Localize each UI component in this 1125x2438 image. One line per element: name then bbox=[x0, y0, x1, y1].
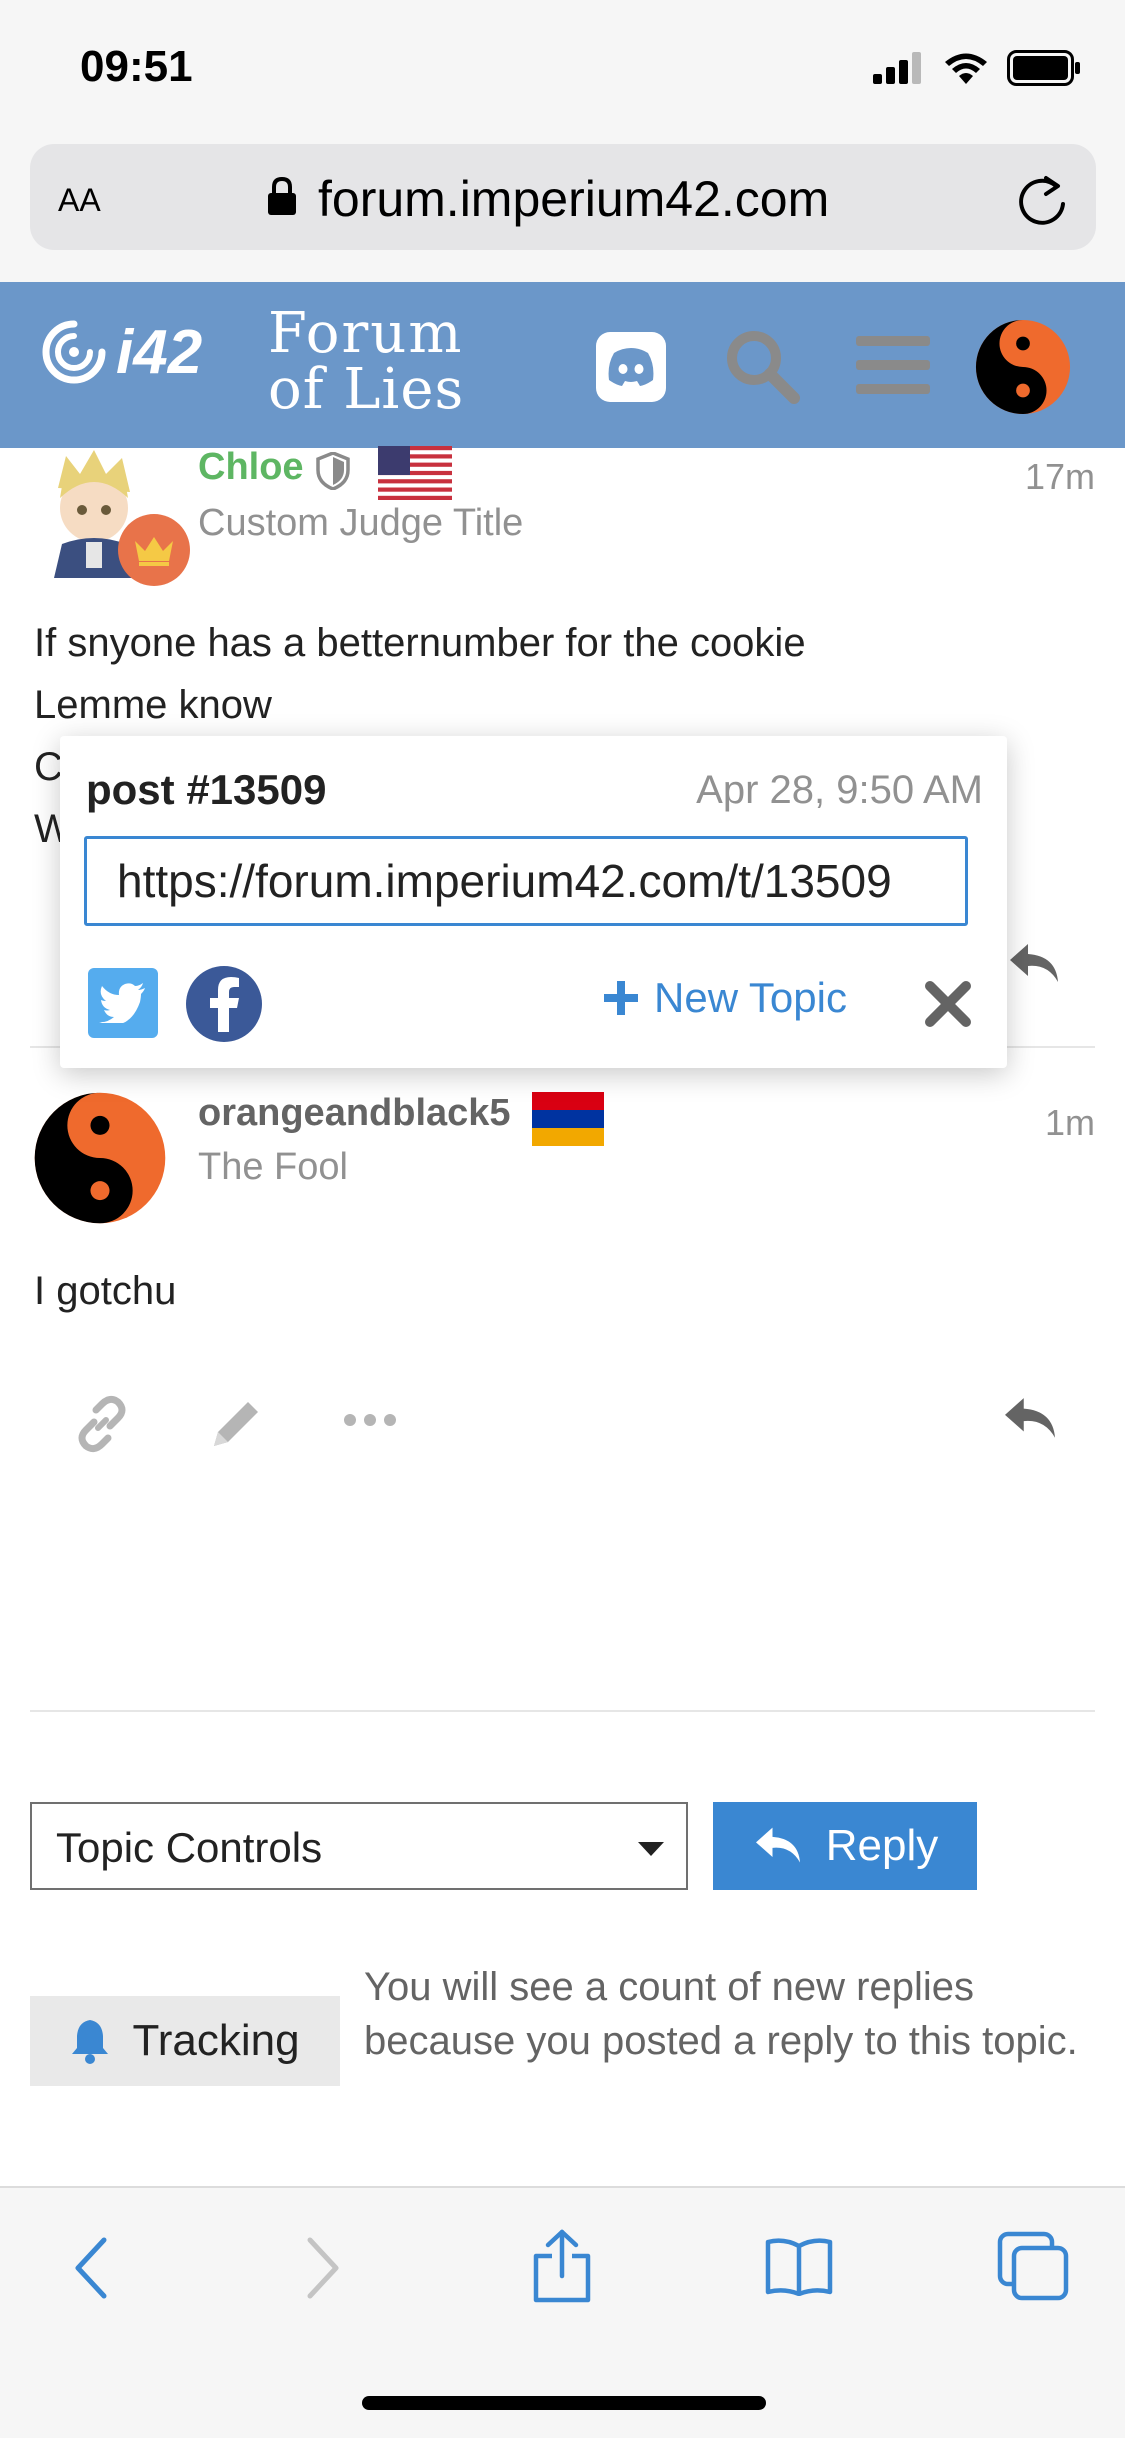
forum-title-line1: Forum bbox=[268, 301, 464, 366]
share-url-input[interactable] bbox=[84, 836, 968, 926]
orangeandblack5-avatar[interactable] bbox=[32, 1090, 168, 1226]
twitter-icon bbox=[99, 983, 145, 1023]
post-user-title: Custom Judge Title bbox=[198, 502, 524, 544]
status-icons bbox=[873, 50, 1081, 86]
battery-icon bbox=[1007, 50, 1080, 86]
user-avatar-icon[interactable] bbox=[974, 318, 1072, 416]
crown-badge bbox=[118, 514, 190, 586]
share-post-number: post #13509 bbox=[86, 766, 327, 813]
tracking-label: Tracking bbox=[132, 2016, 300, 2065]
post-time[interactable]: 1m bbox=[1045, 1102, 1095, 1144]
topic-footer-divider bbox=[30, 1710, 1095, 1712]
aa-label: AA bbox=[58, 182, 101, 218]
share-facebook-button[interactable] bbox=[186, 966, 262, 1042]
forum-title[interactable]: Forum of Lies bbox=[268, 306, 464, 418]
reload-icon[interactable] bbox=[1016, 172, 1070, 228]
post-username[interactable]: Chloe bbox=[198, 446, 304, 489]
reply-button[interactable]: Reply bbox=[713, 1802, 977, 1890]
post-username[interactable]: orangeandblack5 bbox=[198, 1092, 511, 1135]
reply-icon bbox=[755, 1827, 800, 1863]
wifi-icon bbox=[945, 53, 987, 84]
new-topic-label: New Topic bbox=[654, 974, 847, 1021]
us-flag-icon bbox=[378, 446, 452, 500]
forum-title-line2: of Lies bbox=[268, 357, 465, 422]
post-time[interactable]: 17m bbox=[1025, 456, 1095, 498]
site-logo[interactable]: i42 bbox=[38, 316, 202, 388]
search-icon[interactable] bbox=[722, 326, 802, 406]
swirl-logo-icon bbox=[42, 320, 106, 384]
post-body: I gotchu bbox=[34, 1260, 176, 1322]
status-time: 09:51 bbox=[80, 42, 193, 91]
plus-icon bbox=[604, 981, 638, 1015]
share-post-popup: post #13509 Apr 28, 9:50 AM New Topic bbox=[60, 736, 1007, 1068]
topic-controls-label: Topic Controls bbox=[56, 1824, 323, 1871]
post-body-line: I gotchu bbox=[34, 1269, 177, 1313]
post-user-title: The Fool bbox=[198, 1146, 348, 1188]
post-body-line: Lemme know bbox=[34, 683, 272, 727]
back-icon[interactable] bbox=[70, 2236, 114, 2300]
topic-controls-select[interactable]: Topic Controls bbox=[30, 1802, 688, 1890]
close-icon[interactable] bbox=[922, 978, 974, 1030]
reply-icon[interactable] bbox=[1000, 1394, 1060, 1444]
crown-icon bbox=[135, 537, 173, 566]
discord-icon bbox=[608, 348, 654, 386]
bookmarks-icon[interactable] bbox=[764, 2236, 834, 2296]
link-icon[interactable] bbox=[72, 1394, 132, 1454]
reader-aa-button[interactable]: AA bbox=[58, 176, 101, 221]
pencil-icon[interactable] bbox=[206, 1394, 266, 1454]
share-post-date: Apr 28, 9:50 AM bbox=[696, 768, 983, 812]
signal-icon bbox=[873, 52, 921, 84]
tracking-button[interactable]: Tracking bbox=[30, 1996, 340, 2086]
bell-icon bbox=[72, 2020, 109, 2064]
share-new-topic-button[interactable]: New Topic bbox=[602, 974, 847, 1022]
moderator-shield-icon bbox=[316, 452, 350, 490]
share-icon[interactable] bbox=[530, 2228, 594, 2304]
post-body-line: If snyone has a betternumber for the coo… bbox=[34, 621, 806, 665]
tabs-icon[interactable] bbox=[996, 2230, 1070, 2302]
facebook-icon bbox=[210, 977, 239, 1032]
home-indicator[interactable] bbox=[362, 2396, 766, 2410]
hamburger-menu-icon[interactable] bbox=[856, 332, 930, 398]
share-twitter-button[interactable] bbox=[88, 968, 158, 1038]
more-icon[interactable] bbox=[340, 1408, 400, 1432]
lock-icon bbox=[268, 176, 296, 215]
reply-button-label: Reply bbox=[825, 1821, 939, 1870]
url-text[interactable]: forum.imperium42.com bbox=[318, 170, 829, 228]
armenia-flag-icon bbox=[532, 1092, 604, 1146]
tracking-description: You will see a count of new replies beca… bbox=[364, 1965, 1078, 2063]
reply-icon[interactable] bbox=[1006, 940, 1062, 988]
logo-text: i42 bbox=[116, 317, 203, 387]
caret-down-icon bbox=[638, 1842, 664, 1856]
forward-icon[interactable] bbox=[300, 2236, 344, 2300]
discord-button[interactable] bbox=[596, 332, 666, 402]
